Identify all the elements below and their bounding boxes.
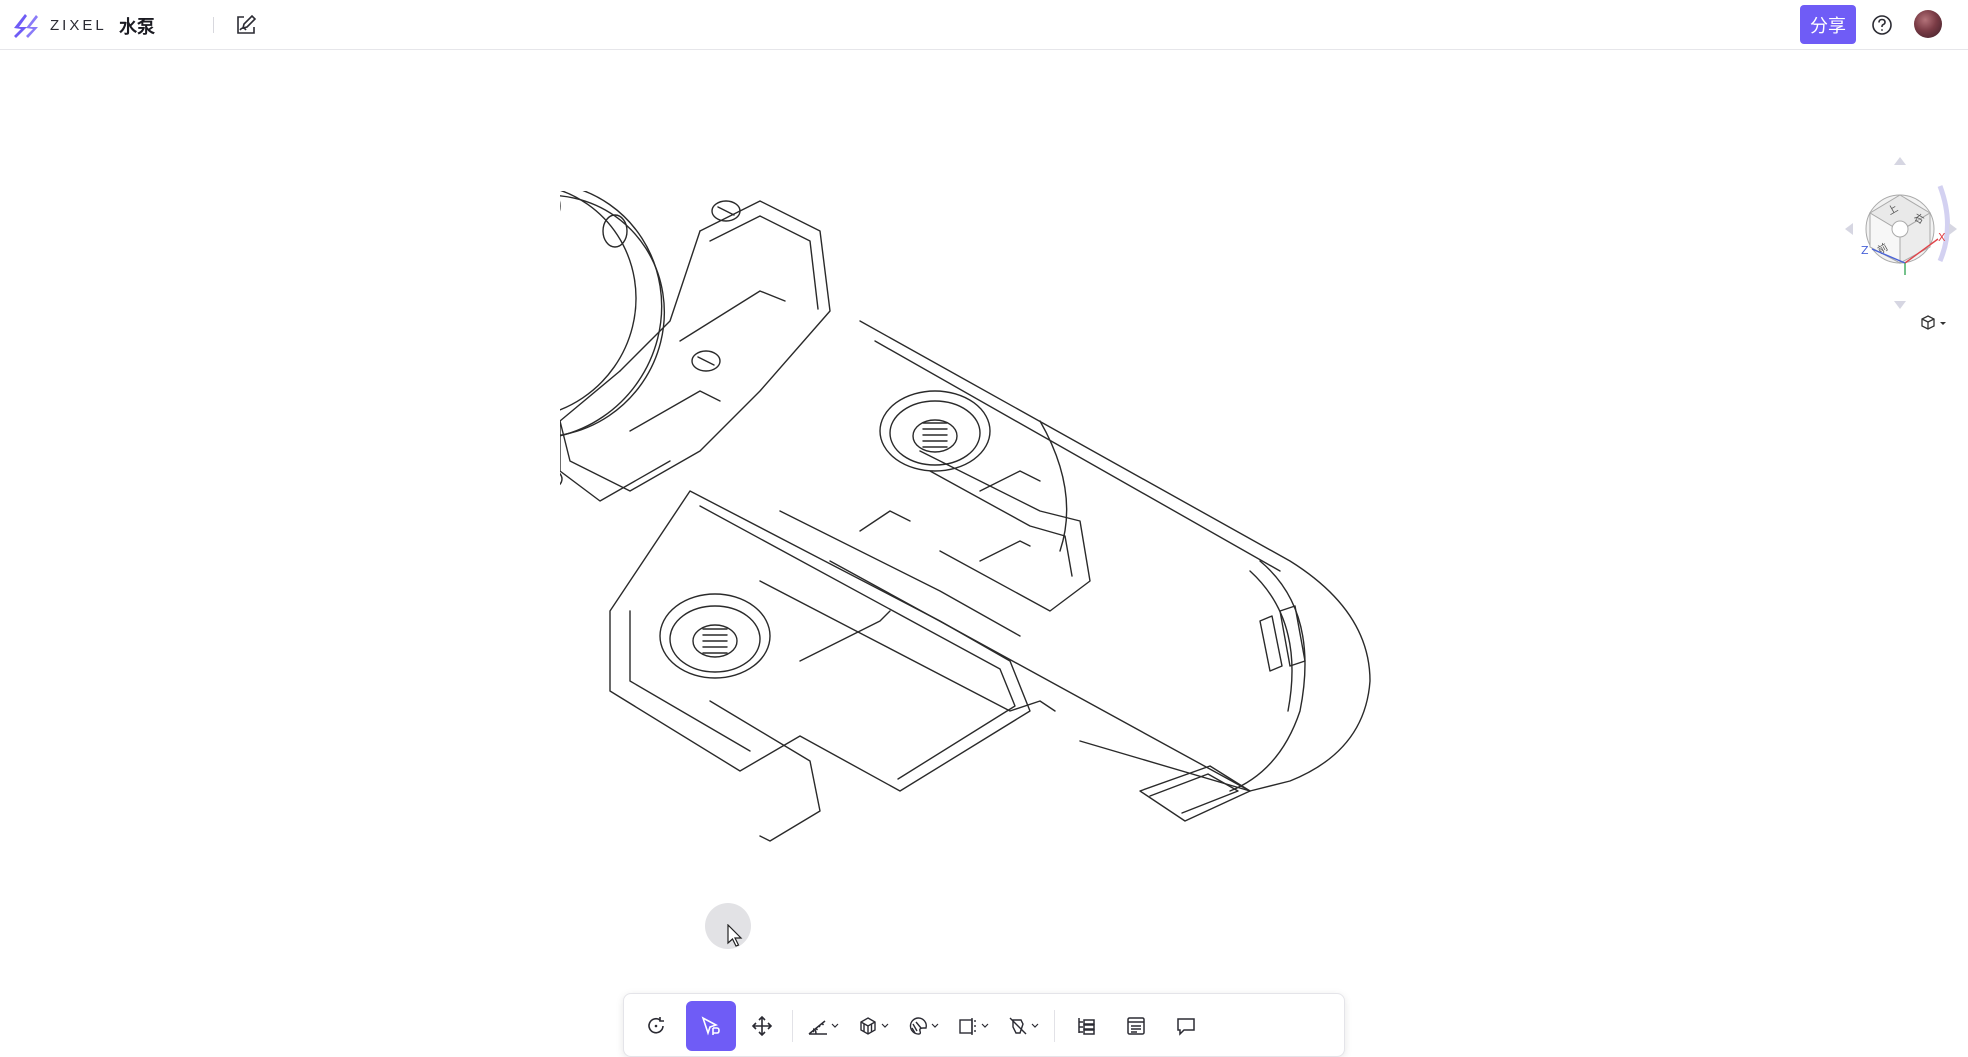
water-pump-model[interactable] bbox=[560, 191, 1500, 921]
mount-boss-bottom bbox=[659, 593, 771, 679]
edit-button[interactable] bbox=[233, 12, 259, 38]
section-button[interactable] bbox=[952, 1001, 994, 1051]
view-mode-button[interactable] bbox=[1920, 311, 1952, 335]
zixel-logo-icon bbox=[14, 14, 38, 38]
material-button[interactable] bbox=[902, 1001, 944, 1051]
motor-housing bbox=[829, 320, 1371, 822]
toolbar-separator bbox=[1054, 1010, 1055, 1042]
explode-cube-icon bbox=[860, 1017, 876, 1035]
flange-bolts bbox=[560, 200, 628, 248]
material-palette-icon bbox=[909, 1017, 927, 1035]
pump-head bbox=[560, 200, 831, 502]
document-title[interactable]: 水泵 bbox=[119, 13, 155, 39]
ruler-icon bbox=[808, 1020, 827, 1035]
mouse-pointer-icon bbox=[727, 924, 743, 947]
move-arrows-icon bbox=[751, 1015, 773, 1037]
top-bar: ZIXEL 水泵 分享 bbox=[0, 0, 1968, 50]
mounting-bracket bbox=[609, 450, 1091, 842]
hide-part-icon bbox=[1009, 1017, 1027, 1035]
hide-button[interactable] bbox=[1002, 1001, 1044, 1051]
help-button[interactable] bbox=[1869, 12, 1895, 38]
share-button[interactable]: 分享 bbox=[1800, 5, 1856, 44]
chevron-down-icon bbox=[881, 1023, 889, 1028]
header-divider bbox=[213, 17, 214, 33]
toolbar-separator bbox=[792, 1010, 793, 1042]
help-icon bbox=[1872, 15, 1892, 35]
chevron-down-icon bbox=[931, 1023, 939, 1028]
properties-list-icon bbox=[1127, 1017, 1145, 1035]
brand-name: ZIXEL bbox=[50, 16, 107, 34]
chevron-down-icon bbox=[981, 1023, 989, 1028]
3d-viewport[interactable]: 上 前 右 Z X bbox=[0, 51, 1968, 1057]
axis-label-x: X bbox=[1938, 231, 1946, 244]
axis-label-z: Z bbox=[1861, 244, 1869, 257]
cube-view-icon bbox=[1921, 315, 1946, 330]
section-plane-icon bbox=[959, 1018, 976, 1035]
user-avatar[interactable] bbox=[1914, 10, 1942, 38]
select-button[interactable] bbox=[686, 1001, 736, 1051]
tree-list-icon bbox=[1078, 1018, 1095, 1035]
reset-view-button[interactable] bbox=[636, 1001, 676, 1051]
comment-bubble-icon bbox=[1177, 1018, 1195, 1036]
chevron-down-icon bbox=[831, 1023, 839, 1028]
measure-button[interactable] bbox=[802, 1001, 844, 1051]
rotate-reset-icon bbox=[648, 1017, 664, 1034]
model-tree-button[interactable] bbox=[1064, 1001, 1108, 1051]
explode-button[interactable] bbox=[852, 1001, 894, 1051]
rotate-arrows-icon bbox=[1937, 185, 1950, 262]
properties-button[interactable] bbox=[1114, 1001, 1158, 1051]
comment-button[interactable] bbox=[1164, 1001, 1208, 1051]
chevron-down-icon bbox=[1031, 1023, 1039, 1028]
move-button[interactable] bbox=[742, 1001, 782, 1051]
bottom-toolbar bbox=[623, 993, 1345, 1057]
select-cursor-icon bbox=[701, 1016, 720, 1036]
view-cube[interactable]: 上 前 右 Z X bbox=[1800, 151, 1968, 311]
edit-icon bbox=[237, 14, 257, 34]
brand-logo[interactable]: ZIXEL bbox=[10, 10, 107, 40]
cube-body bbox=[1865, 194, 1935, 264]
pump-front-flange bbox=[560, 191, 666, 441]
